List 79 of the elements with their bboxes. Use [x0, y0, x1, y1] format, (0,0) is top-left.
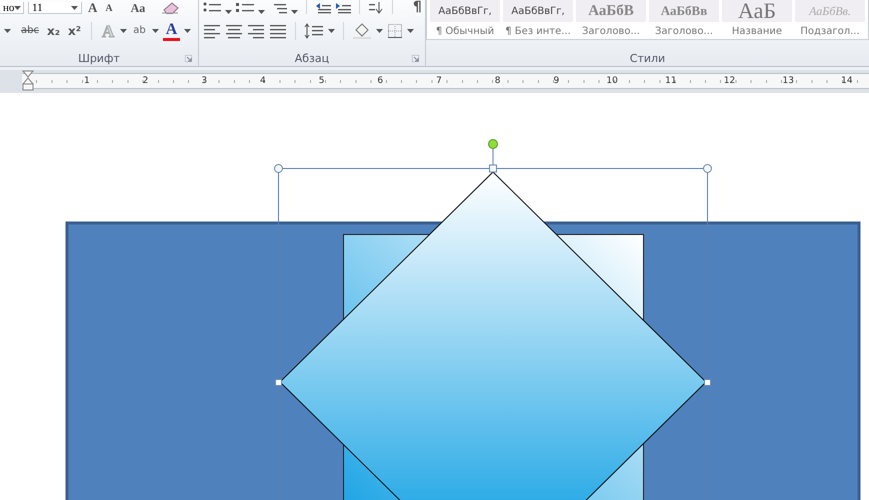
style-item[interactable]: АаБбВв. Подзагол... — [795, 0, 865, 39]
style-preview: АаБбВвГг, — [503, 0, 573, 22]
ruler-number: 5 — [318, 76, 324, 86]
caret-icon[interactable] — [184, 29, 192, 33]
caret-icon[interactable] — [224, 10, 232, 14]
increase-indent-icon[interactable] — [334, 2, 351, 14]
ruler-number: 1 — [84, 76, 90, 86]
style-name: Заголово... — [655, 26, 713, 37]
indent-marker-icon[interactable] — [22, 70, 34, 92]
style-preview: АаБбВ — [576, 0, 646, 22]
ruler-number: 8 — [494, 76, 500, 86]
resize-handle[interactable] — [704, 379, 711, 386]
justify-icon[interactable] — [268, 23, 287, 39]
line-spacing-icon[interactable] — [304, 23, 324, 39]
caret-icon[interactable] — [376, 29, 383, 33]
bullet-list-icon[interactable] — [202, 2, 221, 14]
caret-icon[interactable] — [328, 29, 335, 33]
decrease-indent-icon[interactable] — [314, 2, 331, 14]
caret-icon[interactable] — [290, 10, 298, 14]
style-item[interactable]: АаБбВв Заголово... — [649, 0, 719, 39]
ruler-number: 10 — [606, 76, 618, 86]
caret-icon[interactable] — [4, 29, 11, 33]
ruler-number: 14 — [841, 76, 853, 86]
superscript-button[interactable]: x² — [66, 25, 83, 37]
style-preview: АаБбВвГг, — [430, 0, 500, 22]
resize-handle[interactable] — [703, 164, 712, 173]
ruler-number: 7 — [436, 76, 442, 86]
align-left-icon[interactable] — [202, 23, 221, 39]
grow-font-button[interactable]: A — [86, 1, 100, 14]
group-label: Шрифт — [78, 52, 120, 64]
sort-icon[interactable] — [368, 2, 384, 14]
resize-handle[interactable] — [489, 164, 497, 172]
show-marks-button[interactable]: ¶ — [410, 0, 424, 14]
style-item[interactable]: АаБбВ Заголово... — [576, 0, 646, 39]
style-name: ¶ Без инте... — [505, 26, 571, 37]
ruler-number: 13 — [782, 76, 794, 86]
highlight-button[interactable]: ab — [131, 26, 148, 36]
font-color-button[interactable]: A — [162, 22, 180, 40]
borders-icon[interactable] — [386, 23, 403, 39]
eraser-icon[interactable] — [161, 2, 182, 14]
style-preview: АаБ — [722, 0, 792, 22]
resize-handle[interactable] — [274, 164, 283, 173]
style-item[interactable]: АаБбВвГг, ¶ Без инте... — [503, 0, 573, 39]
caret-icon[interactable] — [71, 6, 78, 10]
align-right-icon[interactable] — [246, 23, 265, 39]
style-item[interactable]: АаБ Название — [722, 0, 792, 39]
font-size-field[interactable]: 11 — [28, 2, 82, 14]
style-preview: АаБбВв — [649, 0, 719, 22]
caret-icon[interactable] — [258, 10, 265, 14]
ruler-number: 4 — [260, 76, 266, 86]
caret-icon[interactable] — [120, 29, 128, 33]
change-case-button[interactable]: Aa — [128, 2, 148, 14]
dialog-launcher-icon[interactable] — [412, 55, 419, 62]
ruler-number: 6 — [377, 76, 384, 86]
resize-handle[interactable] — [275, 379, 282, 386]
subscript-button[interactable]: x₂ — [44, 25, 62, 37]
ruler-number: 12 — [724, 76, 736, 86]
style-name: ¶ Обычный — [436, 26, 494, 37]
style-name: Подзагол... — [800, 26, 860, 37]
shrink-font-button[interactable]: A — [103, 4, 115, 14]
style-name: Заголово... — [582, 26, 640, 37]
group-label: Абзац — [294, 52, 330, 64]
caret-icon[interactable] — [152, 29, 159, 33]
numbered-list-icon[interactable] — [236, 2, 254, 14]
rotation-handle[interactable] — [488, 139, 498, 166]
font-name-field[interactable]: но — [0, 2, 24, 14]
style-name: Название — [732, 26, 782, 37]
ruler-number: 3 — [201, 76, 208, 86]
ruler-number: 11 — [665, 76, 677, 86]
ruler-number: 2 — [142, 76, 148, 86]
dialog-launcher-icon[interactable] — [184, 55, 192, 62]
caret-icon[interactable] — [14, 6, 22, 10]
align-center-icon[interactable] — [224, 23, 243, 39]
ruler-number: 9 — [553, 76, 560, 86]
caret-icon[interactable] — [406, 29, 414, 33]
style-preview: АаБбВв. — [795, 0, 865, 22]
style-item[interactable]: АаБбВвГг, ¶ Обычный — [430, 0, 500, 39]
strikethrough-button[interactable]: abc — [19, 26, 41, 36]
group-label: Стили — [630, 52, 666, 64]
